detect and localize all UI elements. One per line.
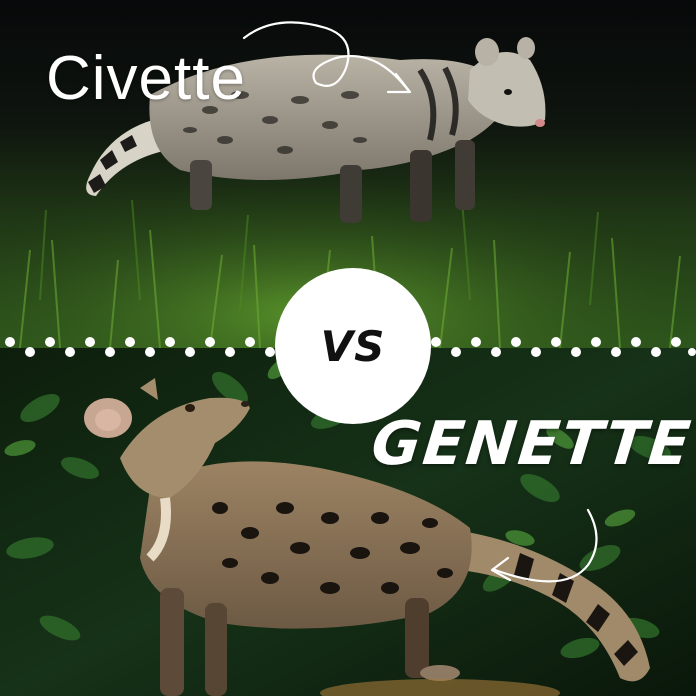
curved-arrow-icon [242,21,412,94]
comparison-image: Civette VS GENETTE [0,0,696,696]
genette-label: GENETTE [368,409,696,479]
curved-arrow-icon [490,508,598,583]
vs-badge: VS [275,268,431,424]
vs-label: VS [320,321,386,371]
civette-label: Civette [46,44,246,113]
